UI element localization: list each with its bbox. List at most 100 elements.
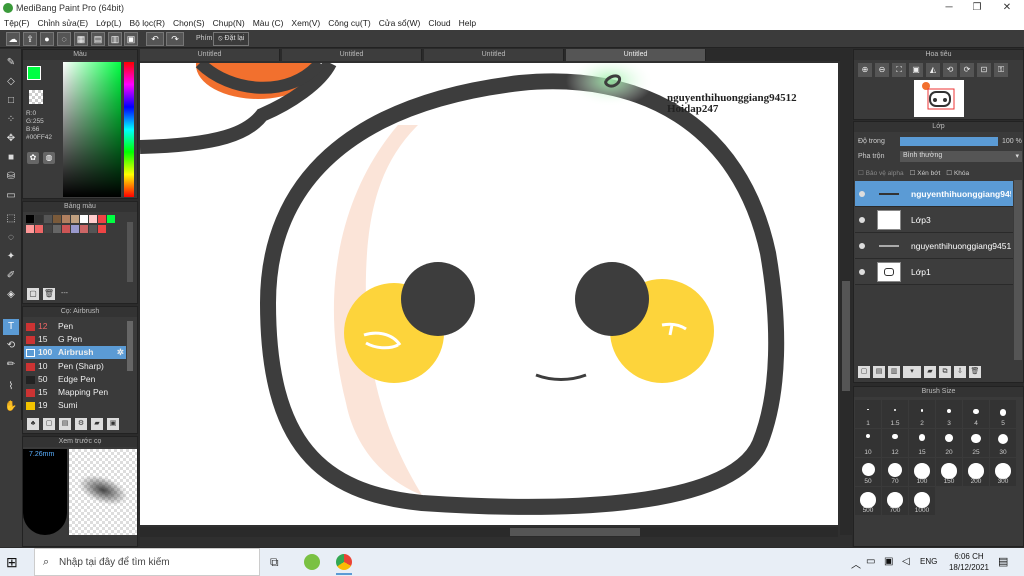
layer-row[interactable]: nguyenthihuonggiang94512 <box>855 233 1013 259</box>
eye-icon[interactable] <box>859 217 865 223</box>
app-taskbar-icon[interactable] <box>304 554 320 570</box>
transparent-color[interactable] <box>29 90 43 104</box>
language-indicator[interactable]: ENG <box>920 557 937 566</box>
rectangle-tool-icon[interactable]: □ <box>3 93 19 109</box>
battery-icon[interactable]: ▭ <box>866 556 875 567</box>
select-pen-tool-icon[interactable]: ✐ <box>3 268 19 284</box>
layer-folder-icon[interactable]: ▰ <box>924 366 936 378</box>
layout-icon[interactable]: ▥ <box>108 32 122 46</box>
select-eraser-tool-icon[interactable]: ◈ <box>3 287 19 303</box>
brush-size-300[interactable]: 300 <box>990 458 1016 486</box>
actual-size-icon[interactable]: ▣ <box>909 63 923 77</box>
dot-tool-icon[interactable]: ⁘ <box>3 112 19 128</box>
brush-size-2[interactable]: 2 <box>909 400 935 428</box>
color-wheel-icon[interactable]: ◍ <box>43 152 55 164</box>
bucket-tool-icon[interactable]: ⛁ <box>3 169 19 185</box>
brush-size-5[interactable]: 5 <box>990 400 1016 428</box>
brush-size-70[interactable]: 70 <box>882 458 908 486</box>
canvas-text-layer[interactable]: nguyenthihuonggiang94512 Hoidap247 <box>667 93 797 115</box>
saturation-value-picker[interactable] <box>63 62 121 197</box>
brush-new-icon[interactable]: ▢ <box>43 418 55 430</box>
opacity-slider[interactable] <box>900 137 998 146</box>
brush-size-1-5[interactable]: 1.5 <box>882 400 908 428</box>
brush-copy-icon[interactable]: ▤ <box>59 418 71 430</box>
brush-item-pen[interactable]: 12 Pen <box>24 320 126 333</box>
brush-size-50[interactable]: 50 <box>855 458 881 486</box>
operation-tool-icon[interactable]: ⟲ <box>3 338 19 354</box>
grid-icon[interactable]: ▦ <box>74 32 88 46</box>
windows-start-icon[interactable]: ⊞ <box>6 554 22 570</box>
brush-scrollbar[interactable] <box>127 321 133 371</box>
menu-snap[interactable]: Chụp(N) <box>209 16 249 30</box>
cloud-icon[interactable]: ☁ <box>6 32 20 46</box>
minimize-icon[interactable]: ─ <box>934 0 964 16</box>
tab-untitled-3[interactable]: Untitled <box>424 49 564 61</box>
hue-slider[interactable] <box>124 62 134 197</box>
network-icon[interactable]: ▣ <box>884 556 893 567</box>
fill-shape-tool-icon[interactable]: ■ <box>3 150 19 166</box>
task-view-icon[interactable]: ⧉ <box>270 555 279 570</box>
brush-size-4[interactable]: 4 <box>963 400 989 428</box>
zoom-out-icon[interactable]: ⊖ <box>875 63 889 77</box>
menu-edit[interactable]: Chỉnh sửa(E) <box>34 16 93 30</box>
vertical-scrollbar[interactable] <box>840 61 852 535</box>
brush-item-airbrush[interactable]: 100 Airbrush ✲ <box>24 346 126 359</box>
gradient-tool-icon[interactable]: ▭ <box>3 188 19 204</box>
duplicate-layer-icon[interactable]: ⧉ <box>939 366 951 378</box>
brush-folder-icon[interactable]: ▰ <box>91 418 103 430</box>
palette-scrollbar[interactable] <box>127 222 133 282</box>
brush-add-icon[interactable]: ♣ <box>27 418 39 430</box>
chrome-icon[interactable] <box>336 554 352 570</box>
menu-window[interactable]: Cửa sổ(W) <box>375 16 425 30</box>
brush-delete-icon[interactable]: ▣ <box>107 418 119 430</box>
brush-size-1000[interactable]: 1000 <box>909 487 935 515</box>
brush-size-12[interactable]: 12 <box>882 429 908 457</box>
lock-checkbox[interactable]: ☐ Khóa <box>946 169 969 177</box>
rotate-right-icon[interactable]: ⟳ <box>960 63 974 77</box>
window-icon[interactable]: ▣ <box>124 32 138 46</box>
layer-scrollbar[interactable] <box>1014 180 1022 360</box>
protect-alpha-checkbox[interactable]: ☐ Bảo vệ alpha <box>858 169 904 177</box>
brush-size-10[interactable]: 10 <box>855 429 881 457</box>
brush-item-sumi[interactable]: 19 Sumi <box>24 399 126 412</box>
tab-untitled-4[interactable]: Untitled <box>566 49 706 61</box>
blend-mode-select[interactable]: Bình thường ▾ <box>900 151 1022 162</box>
redo-icon[interactable]: ↷ <box>166 32 184 46</box>
lasso-tool-icon[interactable]: ◌ <box>3 230 19 246</box>
brush-size-30[interactable]: 30 <box>990 429 1016 457</box>
brush-size-150[interactable]: 150 <box>936 458 962 486</box>
reset-view-icon[interactable]: ⊡ <box>977 63 991 77</box>
layer-row[interactable]: nguyenthihuonggiang94512 <box>855 181 1013 207</box>
balloon-icon[interactable]: ◌ <box>57 32 71 46</box>
layer-row[interactable]: Lớp1 <box>855 259 1013 285</box>
menu-select[interactable]: Chọn(S) <box>169 16 209 30</box>
select-tool-icon[interactable]: ⬚ <box>3 211 19 227</box>
tab-untitled-2[interactable]: Untitled <box>282 49 422 61</box>
brush-item-pen-sharp[interactable]: 10 Pen (Sharp) <box>24 360 126 373</box>
move-tool-icon[interactable]: ✥ <box>3 131 19 147</box>
palette-mode-icon[interactable]: ✿ <box>27 152 39 164</box>
chevron-up-icon[interactable]: ︿ <box>851 556 861 571</box>
brush-size-1[interactable]: 1 <box>855 400 881 428</box>
menu-cloud[interactable]: Cloud <box>424 16 454 30</box>
brush-size-100[interactable]: 100 <box>909 458 935 486</box>
eye-icon[interactable] <box>859 243 865 249</box>
undo-icon[interactable]: ↶ <box>146 32 164 46</box>
new-layer-icon[interactable]: ▢ <box>858 366 870 378</box>
divide-tool-icon[interactable]: ✏ <box>3 357 19 373</box>
volume-icon[interactable]: ◁ <box>902 556 910 567</box>
brush-item-edge-pen[interactable]: 50 Edge Pen <box>24 373 126 386</box>
panel-icon[interactable]: ▤ <box>91 32 105 46</box>
brush-size-200[interactable]: 200 <box>963 458 989 486</box>
text-tool-icon[interactable]: T <box>3 319 19 335</box>
clipping-checkbox[interactable]: ☐ Xén bớt <box>910 169 941 177</box>
eyedropper-tool-icon[interactable]: ⌇ <box>3 379 19 395</box>
brush-size-500[interactable]: 500 <box>855 487 881 515</box>
menu-filter[interactable]: Bộ lọc(R) <box>126 16 169 30</box>
reset-button[interactable]: ⦸ Đặt lại <box>213 32 250 46</box>
magic-wand-tool-icon[interactable]: ✦ <box>3 249 19 265</box>
add-palette-icon[interactable]: ▢ <box>27 288 39 300</box>
brush-size-15[interactable]: 15 <box>909 429 935 457</box>
search-box[interactable]: ⌕ Nhập tại đây để tìm kiếm <box>34 548 260 576</box>
tab-untitled-1[interactable]: Untitled <box>140 49 280 61</box>
